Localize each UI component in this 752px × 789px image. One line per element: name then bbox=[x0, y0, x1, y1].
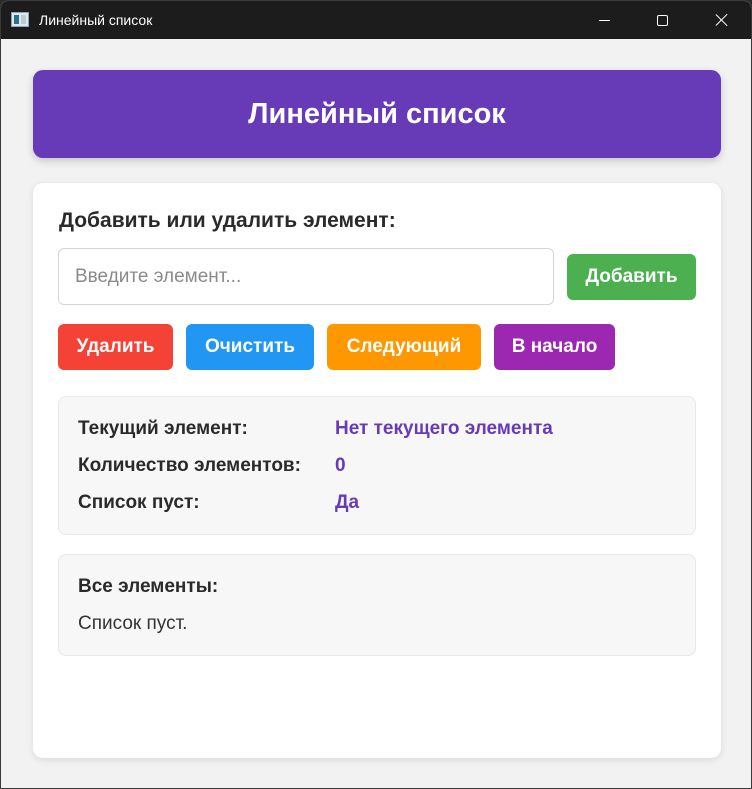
minimize-icon bbox=[598, 19, 610, 21]
clear-button[interactable]: Очистить bbox=[186, 324, 314, 370]
maximize-icon bbox=[656, 14, 668, 26]
current-element-value: Нет текущего элемента bbox=[335, 418, 553, 439]
window-title: Линейный список bbox=[39, 12, 153, 28]
element-input[interactable] bbox=[58, 248, 554, 305]
page-header: Линейный список bbox=[33, 70, 721, 158]
title-bar[interactable]: Линейный список bbox=[1, 1, 751, 39]
list-info-panel: Текущий элемент: Нет текущего элемента К… bbox=[58, 396, 696, 535]
current-element-label: Текущий элемент: bbox=[78, 418, 248, 439]
add-button[interactable]: Добавить bbox=[567, 254, 696, 300]
delete-button[interactable]: Удалить bbox=[58, 324, 173, 370]
list-empty-label: Список пуст: bbox=[78, 492, 200, 513]
minimize-button[interactable] bbox=[575, 1, 633, 39]
element-count-label: Количество элементов: bbox=[78, 455, 301, 476]
list-empty-value: Да bbox=[335, 492, 360, 513]
close-button[interactable] bbox=[693, 1, 751, 39]
all-elements-panel: Все элементы: Список пуст. bbox=[58, 554, 696, 656]
maximize-button[interactable] bbox=[633, 1, 691, 39]
add-remove-label: Добавить или удалить элемент: bbox=[59, 209, 396, 232]
next-button[interactable]: Следующий bbox=[327, 324, 481, 370]
all-elements-text: Список пуст. bbox=[78, 613, 188, 634]
main-card: Добавить или удалить элемент: Добавить У… bbox=[33, 183, 721, 758]
app-window-icon bbox=[11, 12, 29, 27]
to-start-button[interactable]: В начало bbox=[494, 324, 615, 370]
all-elements-title: Все элементы: bbox=[78, 576, 219, 597]
app-window: Линейный список Линейный список Добавить… bbox=[0, 0, 752, 789]
element-count-value: 0 bbox=[335, 455, 346, 476]
close-icon bbox=[715, 13, 729, 27]
page-title: Линейный список bbox=[248, 97, 506, 130]
